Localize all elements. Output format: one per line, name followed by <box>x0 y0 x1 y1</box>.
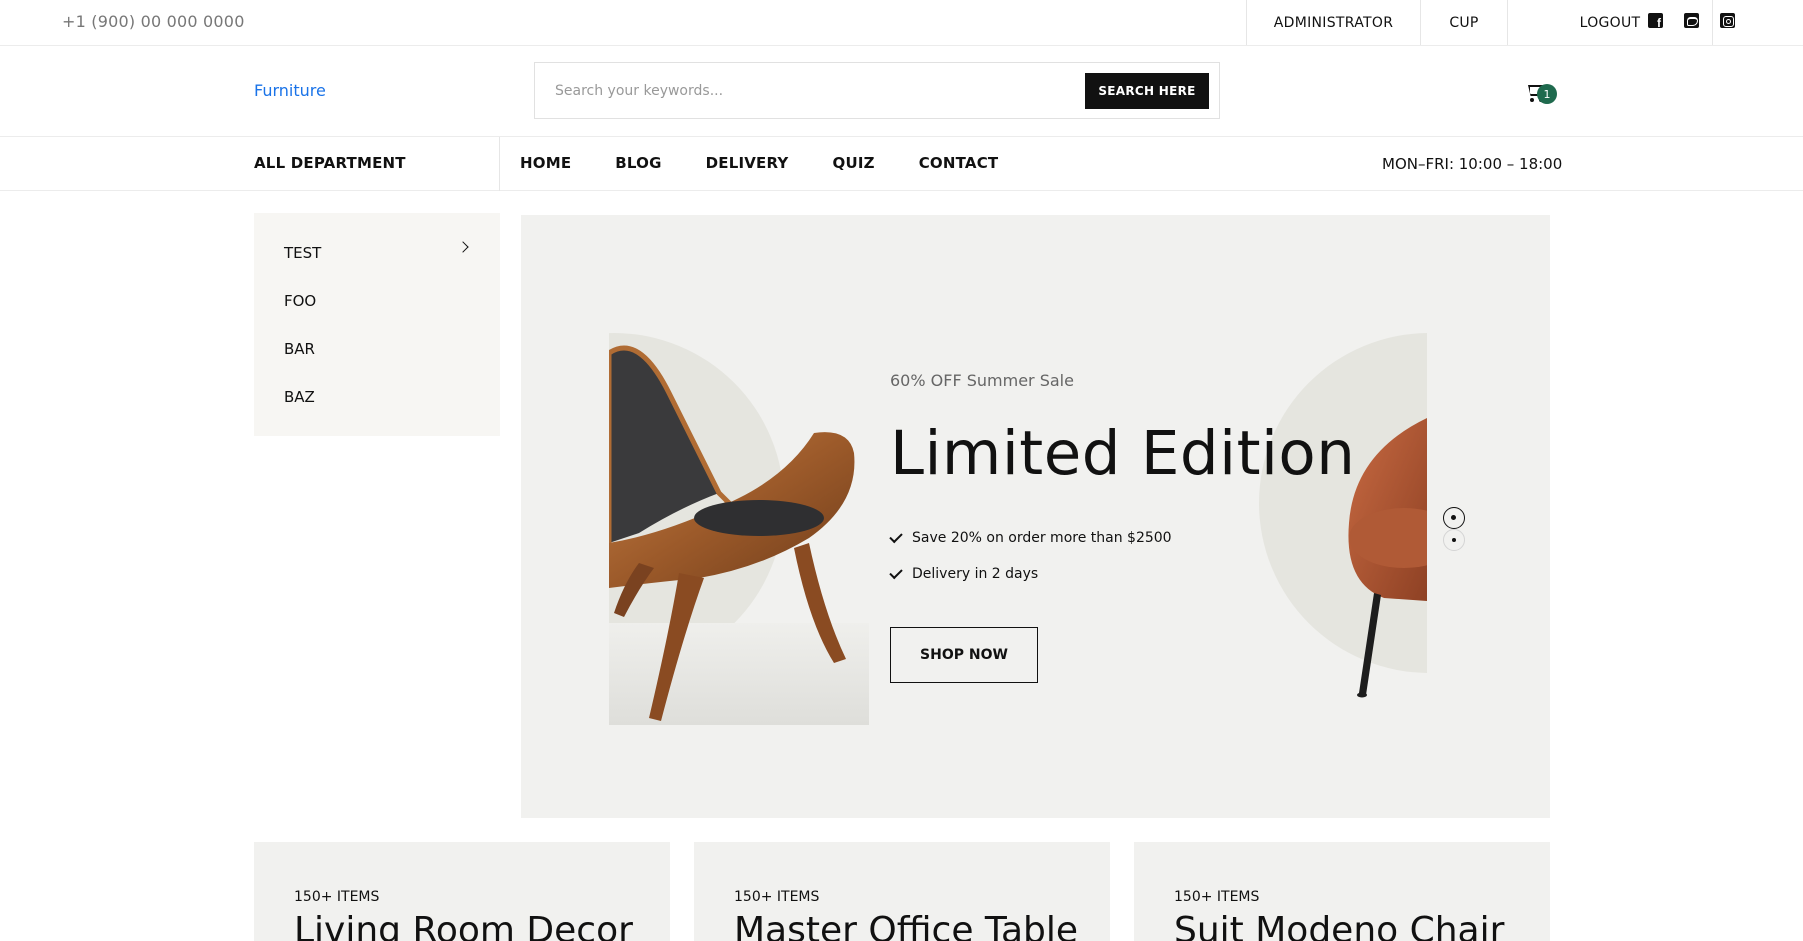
nav-item-quiz[interactable]: QUIZ <box>833 154 875 172</box>
sidebar-item-baz[interactable]: BAZ <box>284 388 315 406</box>
twitter-icon[interactable] <box>1684 13 1699 28</box>
search-button[interactable]: SEARCH HERE <box>1085 73 1209 109</box>
card-title: Master Office Table <box>734 910 1079 941</box>
sidebar-item-foo[interactable]: FOO <box>284 292 316 310</box>
hero-headline: Limited Edition <box>890 418 1356 489</box>
hero-feature-text: Save 20% on order more than $2500 <box>912 530 1172 546</box>
hero-feature: Delivery in 2 days <box>889 565 1039 582</box>
card-item-count: 150+ ITEMS <box>294 889 380 905</box>
hero-slider: 60% OFF Summer Sale Limited Edition Save… <box>521 215 1550 818</box>
category-card[interactable]: 150+ ITEMS Suit Modeno Chair <box>1134 842 1550 941</box>
chevron-right-icon[interactable] <box>457 241 469 253</box>
opening-hours: MON–FRI: 10:00 – 18:00 <box>1382 155 1563 173</box>
facebook-icon[interactable] <box>1648 13 1663 30</box>
sidebar-item-test[interactable]: TEST <box>284 244 321 262</box>
search-bar: SEARCH HERE <box>534 62 1220 119</box>
nav-item-home[interactable]: HOME <box>520 154 571 172</box>
slider-dot-active[interactable] <box>1443 507 1465 529</box>
account-links: ADMINISTRATOR CUP LOGOUT <box>1246 0 1713 45</box>
category-sidebar: TEST FOO BAR BAZ <box>254 213 500 436</box>
nav-divider <box>499 137 500 191</box>
administrator-link[interactable]: ADMINISTRATOR <box>1246 0 1420 45</box>
nav-item-delivery[interactable]: DELIVERY <box>706 154 789 172</box>
all-department-toggle[interactable]: ALL DEPARTMENT <box>254 154 406 172</box>
category-card[interactable]: 150+ ITEMS Master Office Table <box>694 842 1110 941</box>
check-icon <box>889 565 903 579</box>
cup-link[interactable]: CUP <box>1420 0 1507 45</box>
phone-number: +1 (900) 00 000 0000 <box>62 12 245 31</box>
social-links <box>1648 13 1735 30</box>
card-item-count: 150+ ITEMS <box>734 889 820 905</box>
card-item-count: 150+ ITEMS <box>1174 889 1260 905</box>
armchair-image <box>1348 418 1427 698</box>
check-icon <box>889 529 903 543</box>
cart-count-badge: 1 <box>1537 84 1557 104</box>
top-bar: +1 (900) 00 000 0000 ADMINISTRATOR CUP L… <box>0 0 1803 46</box>
card-title: Living Room Decor <box>294 910 633 941</box>
hero-feature: Save 20% on order more than $2500 <box>889 529 1172 546</box>
site-logo[interactable]: Furniture <box>254 81 326 100</box>
nav-menu: HOME BLOG DELIVERY QUIZ CONTACT <box>520 154 998 172</box>
slider-dot[interactable] <box>1443 529 1465 551</box>
instagram-icon[interactable] <box>1720 13 1735 28</box>
hero-feature-text: Delivery in 2 days <box>912 566 1039 582</box>
nav-item-contact[interactable]: CONTACT <box>919 154 999 172</box>
nav-item-blog[interactable]: BLOG <box>615 154 661 172</box>
sidebar-item-bar[interactable]: BAR <box>284 340 315 358</box>
main-nav: ALL DEPARTMENT HOME BLOG DELIVERY QUIZ C… <box>0 136 1803 191</box>
card-title: Suit Modeno Chair <box>1174 910 1505 941</box>
shell-chair-image <box>609 345 869 725</box>
shop-now-button[interactable]: SHOP NOW <box>890 627 1038 683</box>
search-input[interactable] <box>547 76 1047 106</box>
hero-kicker: 60% OFF Summer Sale <box>890 371 1074 390</box>
category-card[interactable]: 150+ ITEMS Living Room Decor <box>254 842 670 941</box>
